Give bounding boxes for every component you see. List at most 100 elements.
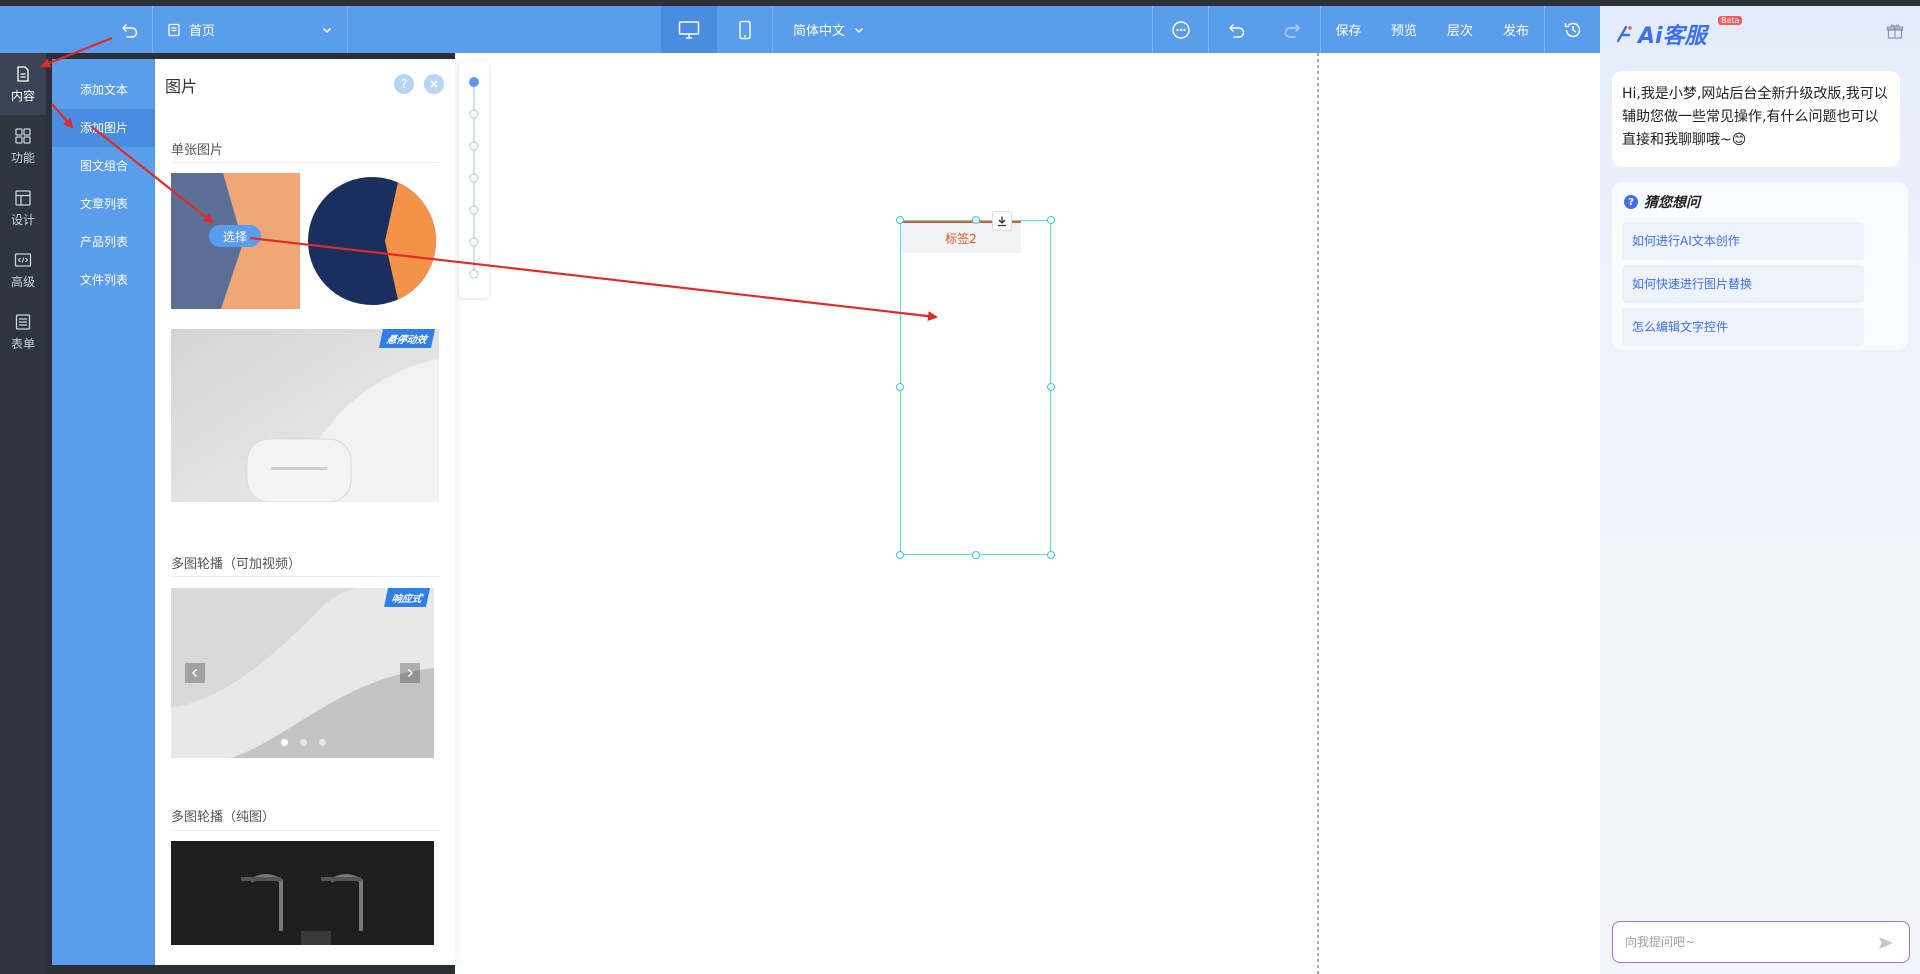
content-submenu: 添加文本 添加图片 图文组合 文章列表 产品列表 文件列表 [52,59,155,965]
chevron-down-icon [323,27,331,33]
resize-handle[interactable] [972,216,980,224]
help-button[interactable]: ? [394,74,414,94]
hover-effect-badge: 悬停动效 [378,329,436,348]
rail-item-label: 设计 [10,212,35,227]
page-selector[interactable]: 首页 [152,6,348,53]
chevron-right-icon [408,669,413,677]
back-arrow-icon [122,23,138,38]
history-icon [1564,22,1580,37]
suggested-title: ? 猜您想问 [1624,192,1700,212]
section-divider [171,576,439,577]
ai-logo-text: Ai客服 [1638,24,1707,49]
beta-badge: Beta [1718,16,1743,25]
ai-sparkle-icon [1616,25,1632,43]
send-button[interactable] [1874,931,1898,955]
suggested-question[interactable]: 如何快速进行图片替换 [1622,265,1864,303]
layers-button[interactable]: 层次 [1432,6,1488,53]
close-button[interactable] [424,74,444,94]
thumb-art [171,588,434,758]
submenu-item-product-list[interactable]: 产品列表 [52,223,155,261]
rail-item-design[interactable]: 设计 [0,177,46,239]
more-button[interactable] [1152,6,1208,53]
section-title-carousel-pure: 多图轮播（纯图） [171,810,276,825]
rail-item-label: 表单 [10,336,35,351]
carousel-video-thumb[interactable]: 响应式 [171,588,434,758]
thumb-art [308,177,436,305]
submenu-item-add-image[interactable]: 添加图片 [52,109,155,147]
suggested-title-text: 猜您想问 [1644,195,1700,211]
list-icon [15,313,31,330]
resize-handle[interactable] [972,551,980,559]
submenu-item-image-text[interactable]: 图文组合 [52,147,155,185]
hover-effect-image-thumb[interactable]: 悬停动效 [171,329,439,502]
language-selector[interactable]: 简体中文 [774,6,884,53]
select-image-button[interactable]: 选择 [209,225,261,247]
submenu-item-article-list[interactable]: 文章列表 [52,185,155,223]
resize-handle[interactable] [896,216,904,224]
code-icon [14,252,32,267]
chevron-down-icon [855,27,863,33]
rail-item-form[interactable]: 表单 [0,301,46,363]
help-icon: ? [400,77,408,91]
download-button[interactable] [992,211,1012,231]
widget-style-scroller[interactable] [459,62,489,298]
section-title-single: 单张图片 [171,143,224,158]
section-divider [171,162,439,163]
close-icon [430,80,438,88]
rail-item-content[interactable]: 内容 [0,53,46,115]
panel-title: 图片 [165,77,198,96]
redo-icon [1284,23,1300,38]
resize-handle[interactable] [1047,551,1055,559]
responsive-badge: 响应式 [383,588,431,607]
section-divider [171,830,439,831]
ai-question-input[interactable] [1612,921,1910,963]
undo-button[interactable] [1208,6,1264,53]
gift-button[interactable] [1886,22,1904,44]
file-icon [17,65,29,82]
rail-item-function[interactable]: 功能 [0,115,46,177]
resize-handle[interactable] [896,383,904,391]
save-button[interactable]: 保存 [1320,6,1376,53]
carousel-next-button[interactable] [400,663,420,683]
chevron-left-icon [192,669,197,677]
mobile-view-button[interactable] [717,6,773,53]
publish-button[interactable]: 发布 [1488,6,1544,53]
suggested-question[interactable]: 如何进行AI文本创作 [1622,222,1864,260]
carousel-dot[interactable] [281,739,288,746]
resize-handle[interactable] [1047,383,1055,391]
image-panel: 图片 ? 单张图片 选择 悬停动效 多图轮播（可加视频） 响应式 多图轮播（纯图… [155,59,455,965]
carousel-dot[interactable] [319,739,326,746]
desktop-icon [678,20,700,39]
tab-widget[interactable]: 标签2 [896,216,1055,559]
more-circle-icon [1171,20,1190,39]
submenu-item-add-text[interactable]: 添加文本 [52,71,155,109]
redo-button[interactable] [1264,6,1320,53]
language-label: 简体中文 [792,24,845,39]
page-selector-label: 首页 [189,24,216,39]
history-button[interactable] [1544,6,1600,53]
section-title-carousel-video: 多图轮播（可加视频） [171,557,302,572]
carousel-dot[interactable] [300,739,307,746]
preview-button[interactable]: 预览 [1376,6,1432,53]
ai-assistant-panel: Ai客服 Beta Hi,我是小梦,网站后台全新升级改版,我可以辅助您做一些常见… [1600,6,1920,974]
layout-icon [15,189,31,206]
single-image-circle-thumb[interactable] [305,173,439,309]
rail-item-label: 高级 [10,274,35,289]
back-button[interactable] [110,6,150,53]
scroller-dots [469,77,479,279]
top-toolbar: 首页 简体中文 保存 预览 层次 发布 [0,6,1600,53]
suggested-question[interactable]: 怎么编辑文字控件 [1622,308,1864,346]
resize-handle[interactable] [896,551,904,559]
resize-handle[interactable] [1047,216,1055,224]
page-icon [168,23,180,36]
rail-item-advanced[interactable]: 高级 [0,239,46,301]
ai-greeting-bubble: Hi,我是小梦,网站后台全新升级改版,我可以辅助您做一些常见操作,有什么问题也可… [1612,71,1900,167]
mobile-icon [738,20,751,39]
question-icon: ? [1624,195,1638,209]
desktop-view-button[interactable] [661,6,717,53]
carousel-prev-button[interactable] [185,663,205,683]
thumb-art [171,329,439,502]
carousel-pure-thumb[interactable] [171,841,434,945]
left-rail: 内容 功能 设计 高级 表单 [0,53,46,974]
submenu-item-file-list[interactable]: 文件列表 [52,261,155,299]
